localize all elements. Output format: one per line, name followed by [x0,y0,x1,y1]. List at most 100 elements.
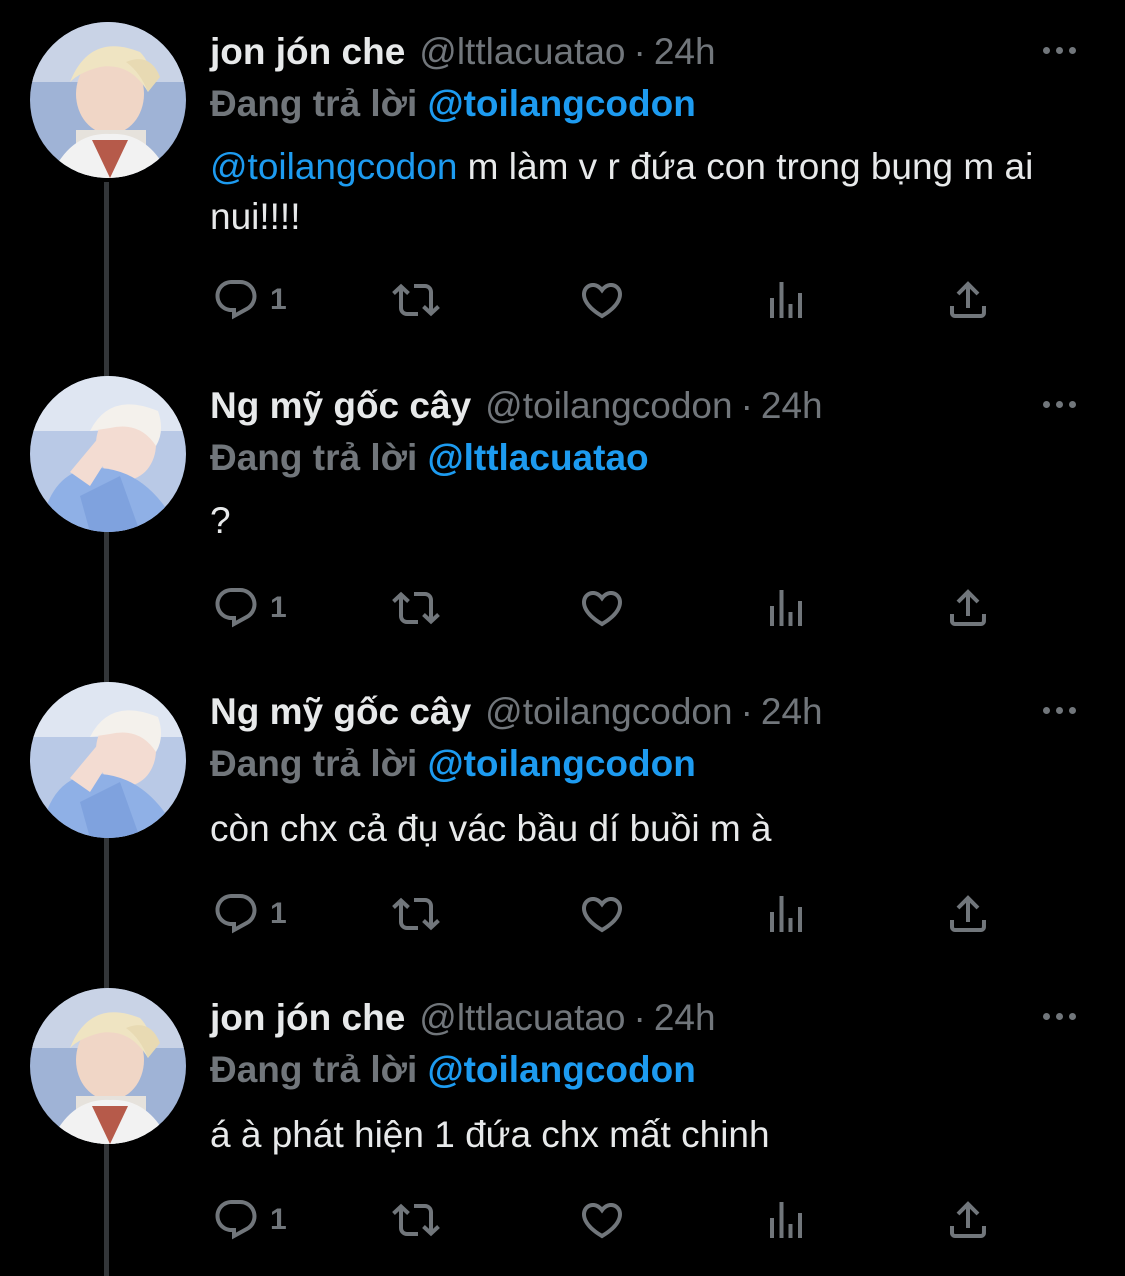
analytics-button[interactable] [762,1196,810,1244]
timestamp[interactable]: 24h [761,385,823,426]
reply-button[interactable]: 1 [212,890,287,938]
analytics-icon [770,282,802,318]
share-button[interactable] [944,584,992,632]
tweet[interactable]: jon jón che @lttlacuatao · 24h Đang trả lời… [0,0,1125,324]
tweet-header: jon jón che @lttlacuatao · 24h [210,28,716,76]
replying-to-mention[interactable]: @lttlacuatao [428,437,649,478]
avatar[interactable] [30,22,186,178]
reply-icon [215,588,257,628]
timestamp[interactable]: 24h [654,31,716,72]
replying-to: Đang trả lời @lttlacuatao [210,434,649,482]
replying-to-label: Đang trả lời [210,1049,418,1090]
like-icon [581,283,623,319]
thread-connector [104,638,109,682]
tweet-text: ? [210,496,1090,546]
tweet-text: @toilangcodon m làm v r đứa con trong bụ… [210,142,1090,242]
body-text: còn chx cả đụ vác bầu dí buồi m à [210,808,772,849]
share-button[interactable] [944,1196,992,1244]
timestamp[interactable]: 24h [654,997,716,1038]
reply-button[interactable]: 1 [212,584,287,632]
tweet-header: Ng mỹ gốc cây @toilangcodon · 24h [210,688,823,736]
reply-thread: jon jón che @lttlacuatao · 24h Đang trả lời… [0,0,1125,1276]
share-icon [950,895,986,932]
tweet-text: còn chx cả đụ vác bầu dí buồi m à [210,804,1090,854]
share-icon [950,281,986,318]
tweet[interactable]: Ng mỹ gốc cây @toilangcodon · 24h Đang trả … [0,638,1125,988]
body-text: ? [210,500,231,541]
analytics-button[interactable] [762,890,810,938]
like-button[interactable] [578,1196,626,1244]
body-text: á à phát hiện 1 đứa chx mất chinh [210,1114,770,1155]
analytics-button[interactable] [762,276,810,324]
separator: · [633,997,646,1038]
analytics-icon [770,590,802,626]
display-name[interactable]: jon jón che [210,31,405,72]
replying-to: Đang trả lời @toilangcodon [210,1046,696,1094]
display-name[interactable]: Ng mỹ gốc cây [210,385,471,426]
more-options-icon[interactable] [1043,1004,1083,1028]
replying-to-label: Đang trả lời [210,743,418,784]
user-handle[interactable]: @toilangcodon [485,691,732,732]
share-button[interactable] [944,890,992,938]
thread-connector [104,944,109,988]
reply-count: 1 [270,1203,287,1236]
like-icon [581,1203,623,1239]
avatar[interactable] [30,988,186,1144]
reply-count: 1 [270,897,287,930]
more-options-icon[interactable] [1043,38,1083,62]
action-bar: 1 [212,584,1012,632]
thread-connector [104,1144,109,1276]
avatar[interactable] [30,376,186,532]
display-name[interactable]: Ng mỹ gốc cây [210,691,471,732]
reply-count: 1 [270,283,287,316]
replying-to-mention[interactable]: @toilangcodon [428,83,696,124]
body-mention[interactable]: @toilangcodon [210,146,457,187]
timestamp[interactable]: 24h [761,691,823,732]
more-options-icon[interactable] [1043,392,1083,416]
like-button[interactable] [578,276,626,324]
replying-to-mention[interactable]: @toilangcodon [428,1049,696,1090]
tweet-text: á à phát hiện 1 đứa chx mất chinh [210,1110,1090,1160]
display-name[interactable]: jon jón che [210,997,405,1038]
action-bar: 1 [212,276,1012,324]
action-bar: 1 [212,890,1012,938]
user-handle[interactable]: @lttlacuatao [419,997,625,1038]
thread-connector [104,182,109,324]
avatar[interactable] [30,682,186,838]
reply-count: 1 [270,591,287,624]
reply-icon [215,280,257,320]
retweet-button[interactable] [392,276,440,324]
like-icon [581,897,623,933]
replying-to-mention[interactable]: @toilangcodon [428,743,696,784]
retweet-button[interactable] [392,584,440,632]
analytics-icon [770,1202,802,1238]
separator: · [633,31,646,72]
tweet[interactable]: Ng mỹ gốc cây @toilangcodon · 24h Đang trả … [0,324,1125,682]
share-icon [950,589,986,626]
retweet-icon [392,1203,440,1237]
replying-to: Đang trả lời @toilangcodon [210,80,696,128]
more-options-icon[interactable] [1043,698,1083,722]
reply-button[interactable]: 1 [212,1196,287,1244]
like-button[interactable] [578,890,626,938]
retweet-icon [392,897,440,931]
retweet-button[interactable] [392,1196,440,1244]
reply-icon [215,894,257,934]
action-bar: 1 [212,1196,1012,1244]
retweet-icon [392,591,440,625]
separator: · [740,385,753,426]
replying-to-label: Đang trả lời [210,437,418,478]
reply-button[interactable]: 1 [212,276,287,324]
thread-connector [104,324,109,376]
tweet[interactable]: jon jón che @lttlacuatao · 24h Đang trả lời… [0,944,1125,1276]
user-handle[interactable]: @toilangcodon [485,385,732,426]
tweet-header: jon jón che @lttlacuatao · 24h [210,994,716,1042]
replying-to-label: Đang trả lời [210,83,418,124]
retweet-button[interactable] [392,890,440,938]
share-icon [950,1201,986,1238]
user-handle[interactable]: @lttlacuatao [419,31,625,72]
like-button[interactable] [578,584,626,632]
analytics-button[interactable] [762,584,810,632]
tweet-header: Ng mỹ gốc cây @toilangcodon · 24h [210,382,823,430]
share-button[interactable] [944,276,992,324]
